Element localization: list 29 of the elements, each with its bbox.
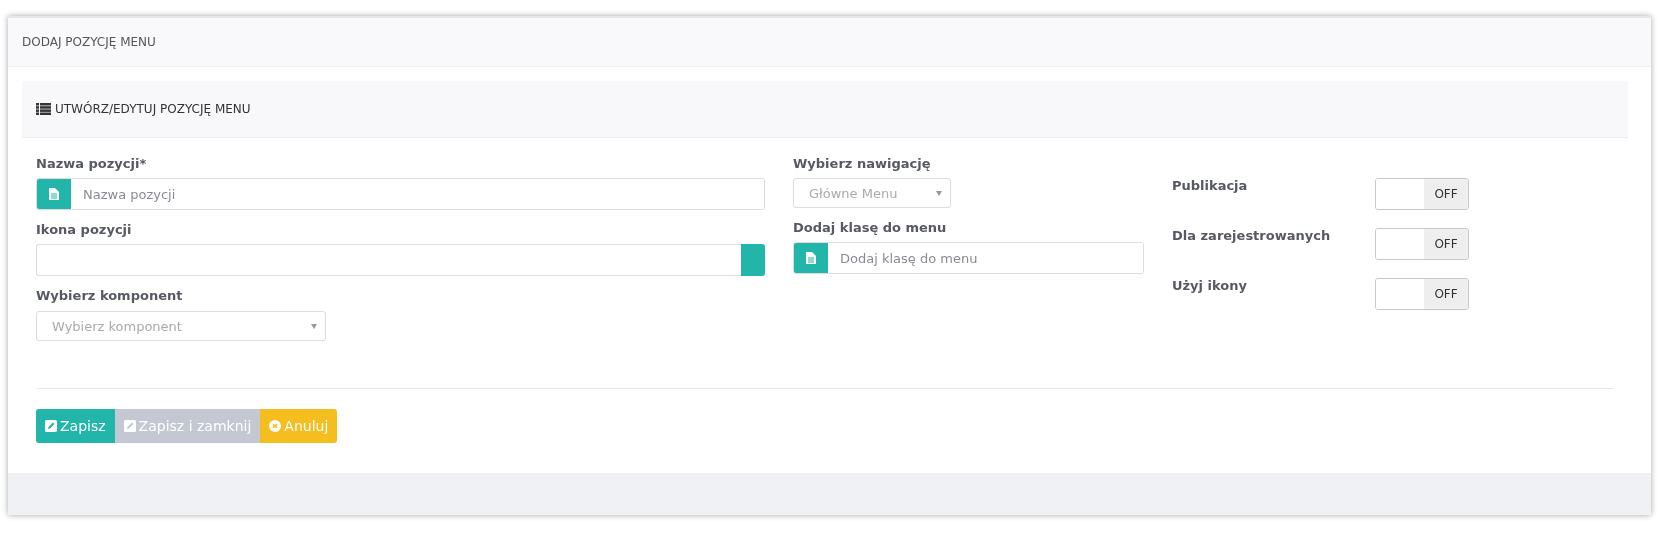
icon-picker-button[interactable] <box>741 244 765 276</box>
page-title: DODAJ POZYCJĘ MENU <box>22 35 156 49</box>
select-field[interactable]: Wybierz komponent <box>36 311 326 341</box>
text-field[interactable]: Dodaj klasę do menu <box>793 242 1144 274</box>
close-icon <box>269 420 282 432</box>
switch-label: Dla zarejestrowanych <box>1172 228 1332 243</box>
switch-label: Publikacja <box>1172 178 1249 193</box>
document-icon <box>49 188 59 200</box>
icon-field[interactable] <box>36 244 741 276</box>
list-icon <box>36 103 51 115</box>
panel-title: UTWÓRZ/EDYTUJ POZYCJĘ MENU <box>55 102 251 116</box>
save-button[interactable]: Zapisz <box>36 409 115 443</box>
caret-icon <box>311 323 317 329</box>
pencil-icon <box>123 420 136 432</box>
field-label: Nazwa pozycji* <box>36 156 148 171</box>
field-label: Dodaj klasę do menu <box>793 220 948 235</box>
caret-icon <box>936 190 942 196</box>
toggle-switch[interactable]: OFF <box>1375 278 1469 310</box>
document-icon <box>806 252 816 264</box>
field-label: Ikona pozycji <box>36 222 133 237</box>
cancel-button[interactable]: Anuluj <box>260 409 338 443</box>
toggle-switch[interactable]: OFF <box>1375 228 1469 260</box>
field-label: Wybierz komponent <box>36 288 184 303</box>
field-label: Wybierz nawigację <box>793 156 932 171</box>
switch-label: Użyj ikony <box>1172 278 1248 293</box>
pencil-icon <box>45 420 57 432</box>
text-field[interactable]: Nazwa pozycji <box>36 178 765 210</box>
toggle-switch[interactable]: OFF <box>1375 178 1469 210</box>
select-field[interactable]: Główne Menu <box>793 178 951 208</box>
